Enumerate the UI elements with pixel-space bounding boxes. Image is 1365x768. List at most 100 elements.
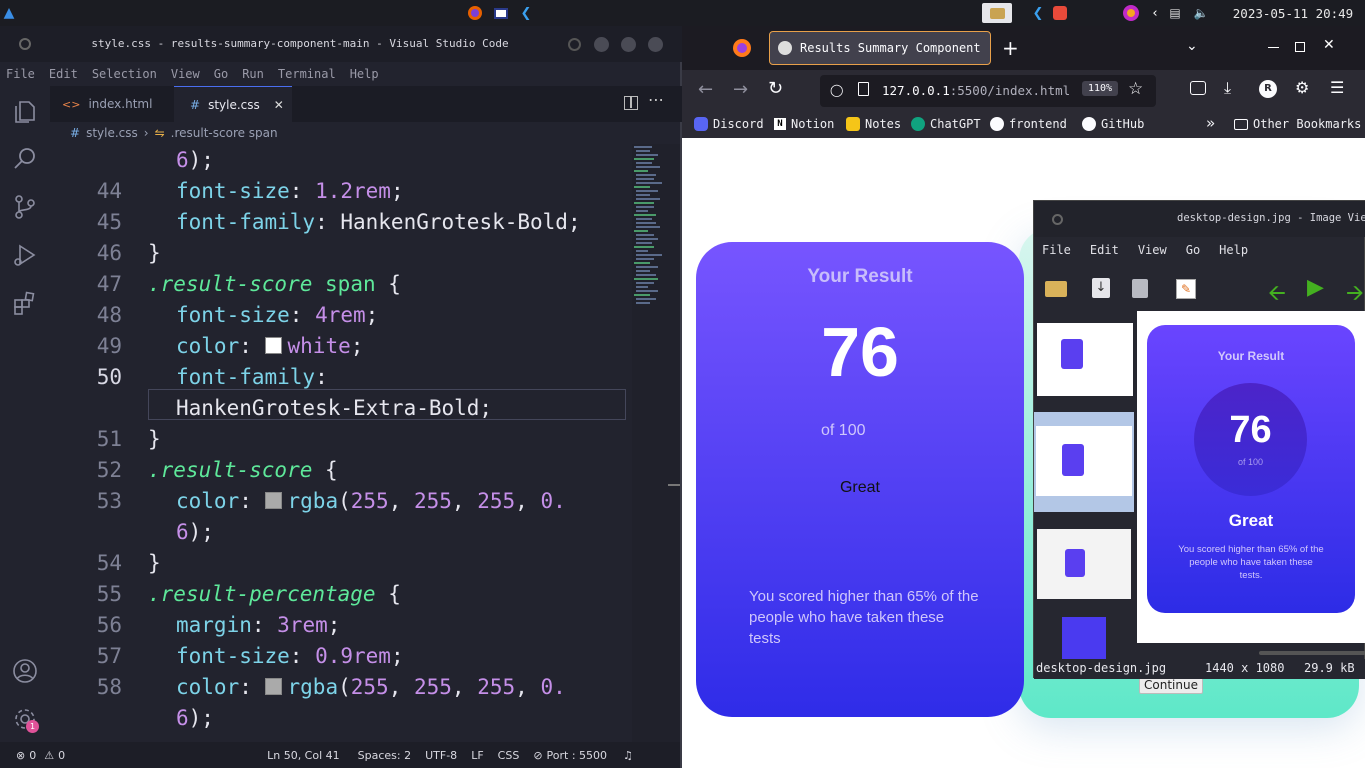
minimize-button[interactable]: [594, 37, 609, 52]
run-debug-icon[interactable]: [12, 242, 38, 272]
page-info-icon[interactable]: [858, 82, 869, 96]
warning-count[interactable]: 0: [58, 749, 65, 762]
open-folder-icon[interactable]: [1045, 281, 1067, 297]
clock[interactable]: 2023-05-11 20:49: [1224, 3, 1362, 23]
more-actions-icon[interactable]: ⋯: [648, 90, 664, 109]
extensions-icon[interactable]: [12, 290, 38, 320]
bookmark-star-icon[interactable]: ☆: [1128, 79, 1143, 99]
files-taskbar-icon[interactable]: [982, 3, 1012, 23]
menu-view[interactable]: View: [171, 67, 200, 81]
explorer-icon[interactable]: [12, 98, 38, 128]
thumbnail-item-selected[interactable]: [1034, 412, 1134, 512]
thumbnail-item[interactable]: [1037, 529, 1131, 599]
error-count[interactable]: 0: [29, 749, 36, 762]
language-mode[interactable]: CSS: [498, 749, 520, 762]
bookmark-notion[interactable]: N Notion: [774, 117, 834, 131]
thumbnail-item[interactable]: [1037, 323, 1133, 396]
vscode-taskbar-icon[interactable]: ❮: [516, 3, 536, 23]
close-tab-icon[interactable]: ✕: [274, 98, 284, 112]
menu-view[interactable]: View: [1138, 243, 1167, 257]
clipboard-icon[interactable]: ▤: [1168, 3, 1182, 23]
save-icon[interactable]: ↓: [1092, 278, 1110, 298]
extensions-icon[interactable]: ⚙: [1295, 78, 1309, 97]
firefox-taskbar-icon[interactable]: [465, 3, 485, 23]
reload-button[interactable]: ↻: [768, 78, 783, 99]
app-taskbar-icon[interactable]: [491, 3, 511, 23]
shield-icon[interactable]: ◯: [830, 83, 843, 97]
next-arrow-icon[interactable]: 🡪: [1346, 276, 1364, 314]
url-bar[interactable]: ◯ 127.0.0.1:5500/index.html 110% ☆: [820, 75, 1156, 107]
menu-file[interactable]: File: [1042, 243, 1071, 257]
back-button[interactable]: ←: [698, 79, 713, 100]
url-text[interactable]: 127.0.0.1:5500/index.html: [882, 83, 1070, 98]
breadcrumb-symbol[interactable]: .result-score span: [171, 126, 278, 140]
image-viewer-window-icon[interactable]: [1050, 3, 1070, 23]
menu-edit[interactable]: Edit: [49, 67, 78, 81]
arch-logo-icon[interactable]: ▲: [2, 3, 16, 23]
menu-terminal[interactable]: Terminal: [278, 67, 336, 81]
menu-selection[interactable]: Selection: [92, 67, 157, 81]
menu-run[interactable]: Run: [242, 67, 264, 81]
split-editor-icon[interactable]: [624, 96, 638, 110]
error-icon[interactable]: ⊗: [16, 749, 25, 762]
tab-index-html[interactable]: <> index.html: [50, 86, 174, 122]
maximize-button[interactable]: [621, 37, 636, 52]
tray-expand-icon[interactable]: ‹: [1148, 3, 1162, 23]
search-icon[interactable]: [12, 146, 38, 176]
account-icon[interactable]: [12, 658, 38, 688]
firefox-view-icon[interactable]: [732, 38, 752, 62]
color-swatch[interactable]: [264, 491, 282, 509]
color-swatch[interactable]: [264, 336, 282, 354]
new-tab-button[interactable]: +: [1002, 36, 1019, 60]
trash-icon[interactable]: [1132, 279, 1148, 298]
bookmark-chatgpt[interactable]: ChatGPT: [911, 117, 981, 131]
bookmark-frontend[interactable]: frontend: [990, 117, 1067, 131]
encoding[interactable]: UTF-8: [425, 749, 457, 762]
zoom-indicator[interactable]: 110%: [1082, 81, 1119, 96]
breadcrumb-file[interactable]: style.css: [86, 126, 138, 140]
vscode-window-icon[interactable]: ❮: [1028, 3, 1048, 23]
horizontal-scrollbar[interactable]: [1259, 651, 1365, 655]
indentation[interactable]: Spaces: 2: [358, 749, 411, 762]
bookmark-discord[interactable]: Discord: [694, 117, 764, 131]
live-server-port[interactable]: Port : 5500: [547, 749, 608, 762]
menu-edit[interactable]: Edit: [1090, 243, 1119, 257]
image-canvas[interactable]: Your Result 76 of 100 Great You scored h…: [1137, 311, 1365, 643]
color-swatch[interactable]: [264, 677, 282, 695]
close-button[interactable]: ✕: [1323, 37, 1335, 53]
edit-icon[interactable]: ✎: [1176, 279, 1196, 299]
settings-gear-icon[interactable]: 1: [12, 706, 39, 736]
line-ending[interactable]: LF: [471, 749, 483, 762]
menu-file[interactable]: File: [6, 67, 35, 81]
thumbnail-item[interactable]: [1062, 617, 1106, 659]
window-menu-icon[interactable]: [1052, 214, 1063, 225]
menu-go[interactable]: Go: [1186, 243, 1200, 257]
bookmark-notes[interactable]: Notes: [846, 117, 901, 131]
warning-icon[interactable]: ⚠: [44, 749, 54, 762]
app-menu-icon[interactable]: ☰: [1330, 78, 1344, 97]
bookmarks-overflow-icon[interactable]: »: [1206, 114, 1215, 132]
source-control-icon[interactable]: [12, 194, 38, 224]
volume-icon[interactable]: 🔈: [1192, 3, 1210, 23]
tab-results-summary[interactable]: Results Summary Component: [769, 31, 991, 65]
other-bookmarks[interactable]: Other Bookmarks: [1234, 117, 1361, 131]
tray-app-icon[interactable]: [1120, 3, 1142, 23]
account-avatar[interactable]: R: [1259, 80, 1277, 98]
cursor-position[interactable]: Ln 50, Col 41: [267, 749, 340, 762]
code-editor[interactable]: 6); 44 font-size: 1.2rem; 45 font-family…: [50, 144, 632, 742]
close-button[interactable]: [648, 37, 663, 52]
port-icon[interactable]: ⊘: [533, 749, 542, 762]
play-slideshow-icon[interactable]: ▶: [1307, 275, 1324, 300]
downloads-icon[interactable]: ⤓: [1224, 78, 1231, 98]
menu-help[interactable]: Help: [350, 67, 379, 81]
tab-style-css[interactable]: # style.css ✕: [174, 86, 292, 122]
menu-go[interactable]: Go: [214, 67, 228, 81]
minimap[interactable]: [632, 144, 680, 742]
menu-help[interactable]: Help: [1219, 243, 1248, 257]
bookmark-github[interactable]: GitHub: [1082, 117, 1144, 131]
pocket-icon[interactable]: [1190, 81, 1206, 95]
previous-arrow-icon[interactable]: 🡨: [1268, 276, 1286, 314]
maximize-button[interactable]: [1295, 42, 1305, 52]
forward-button[interactable]: →: [733, 79, 748, 100]
notifications-bell-icon[interactable]: ♫: [623, 749, 633, 762]
